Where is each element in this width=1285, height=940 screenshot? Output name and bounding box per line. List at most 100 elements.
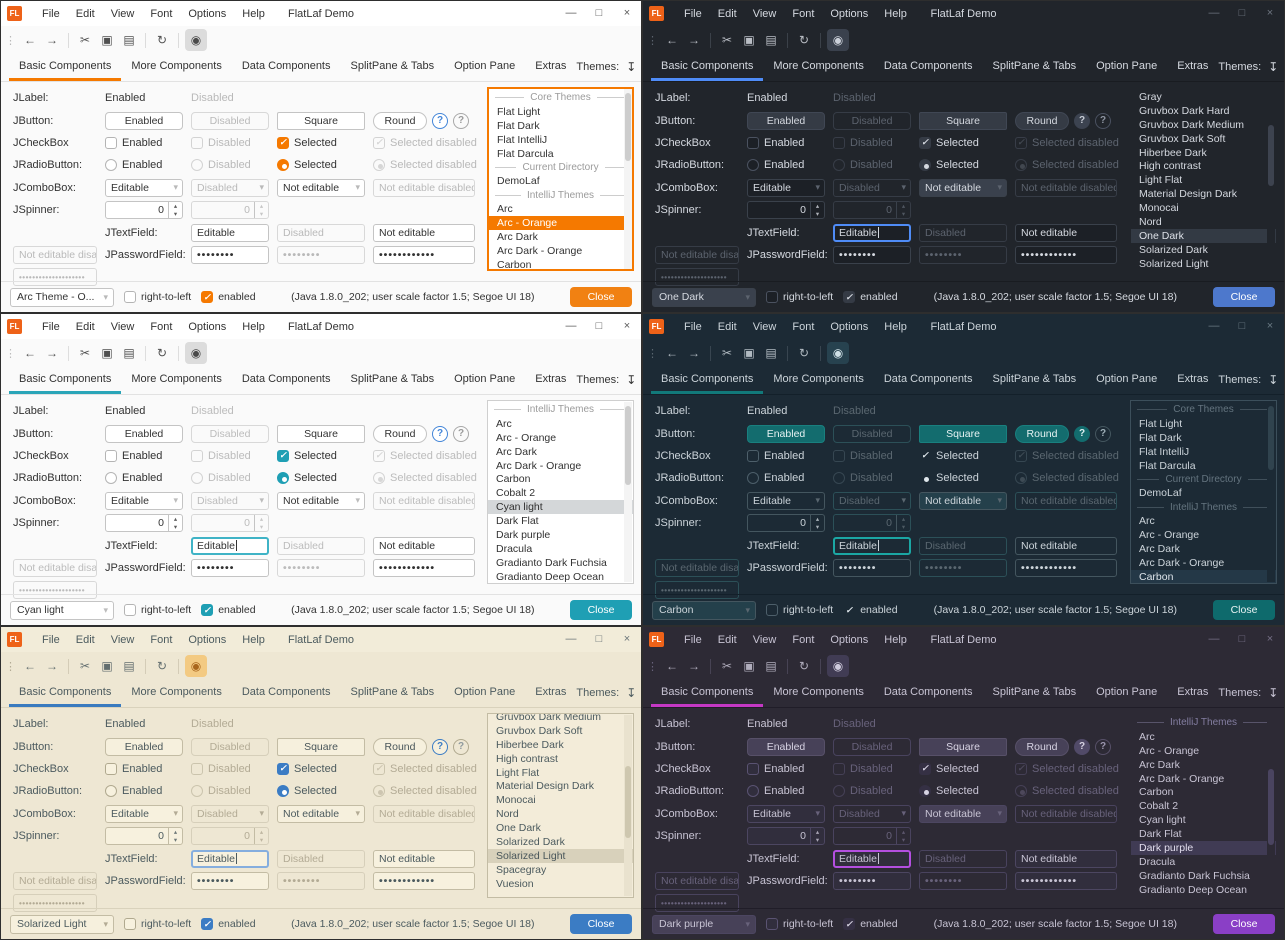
round-button[interactable]: Round [1015, 425, 1069, 443]
theme-combobox[interactable]: Cyan light▾ [10, 601, 114, 620]
menu-item-file[interactable]: File [34, 8, 68, 20]
radio-enabled[interactable]: Enabled [747, 785, 833, 797]
menu-item-view[interactable]: View [745, 321, 785, 333]
theme-list-item[interactable]: Light Flat [488, 766, 633, 780]
checkbox-enabled[interactable]: ✓Enabled [747, 763, 833, 775]
round-button[interactable]: Round [373, 112, 427, 130]
close-button[interactable]: Close [1213, 600, 1275, 620]
forward-icon[interactable]: → [684, 30, 704, 50]
menu-item-view[interactable]: View [745, 8, 785, 20]
theme-list-item[interactable]: Arc [488, 417, 633, 431]
theme-combobox[interactable]: Arc Theme - O...▾ [10, 288, 114, 307]
theme-list-item[interactable]: One Dark [488, 821, 633, 835]
theme-combobox[interactable]: One Dark▾ [652, 288, 756, 307]
maximize-button[interactable]: □ [1228, 627, 1256, 652]
close-button[interactable]: Close [570, 287, 632, 307]
menu-item-file[interactable]: File [676, 8, 710, 20]
right-to-left-checkbox[interactable]: ✓right-to-left [766, 291, 833, 303]
copy-icon[interactable]: ▣ [739, 656, 759, 676]
spinner-down-icon[interactable]: ▾ [169, 523, 182, 531]
back-icon[interactable]: ← [20, 343, 40, 363]
minimize-button[interactable]: — [557, 314, 585, 339]
square-button[interactable]: Square [277, 425, 365, 443]
tab-basic-components[interactable]: Basic Components [651, 368, 763, 394]
radio-selected[interactable]: Selected [277, 785, 373, 797]
paste-icon[interactable]: ▤ [761, 343, 781, 363]
theme-list-item[interactable]: Arc Dark [489, 230, 632, 244]
tab-extras[interactable]: Extras [1167, 55, 1218, 81]
tab-data-components[interactable]: Data Components [874, 368, 983, 394]
close-button[interactable]: Close [570, 600, 632, 620]
spinner-enabled[interactable]: 0▴▾ [105, 201, 183, 219]
help-button[interactable]: ? [432, 426, 448, 442]
theme-list-item[interactable]: Vuesion [488, 877, 633, 891]
passwordfield-editable[interactable]: •••••••• [191, 246, 269, 264]
theme-list-item[interactable]: Gruvbox Dark Medium [488, 713, 633, 724]
theme-list-item[interactable]: Spacegray [488, 863, 633, 877]
textfield-editable[interactable]: Editable [833, 850, 911, 868]
theme-list-item[interactable]: Dracula [488, 542, 633, 556]
square-button[interactable]: Square [919, 738, 1007, 756]
combobox-editable[interactable]: Editable▾ [105, 179, 183, 197]
theme-list-item[interactable]: Cyan light [488, 500, 633, 514]
theme-list-item[interactable]: Arc [1131, 514, 1276, 528]
textfield-editable[interactable]: Editable [191, 850, 269, 868]
passwordfield-not-editable[interactable]: •••••••••••• [1015, 872, 1117, 890]
passwordfield-not-editable[interactable]: •••••••••••• [1015, 246, 1117, 264]
enabled-button[interactable]: Enabled [747, 112, 825, 130]
theme-list-item[interactable]: Carbon [488, 472, 633, 486]
maximize-button[interactable]: □ [585, 1, 613, 26]
toolbar-grip-icon[interactable]: ⋮ [5, 347, 16, 360]
close-window-button[interactable]: × [613, 314, 641, 339]
menu-item-help[interactable]: Help [876, 8, 915, 20]
spinner-arrows[interactable]: ▴▾ [168, 202, 182, 218]
scrollbar-track[interactable] [1267, 89, 1275, 269]
scrollbar-thumb[interactable] [625, 93, 631, 161]
theme-list-item[interactable]: Solarized Light [1131, 257, 1276, 271]
combobox-editable[interactable]: Editable▾ [747, 179, 825, 197]
right-to-left-checkbox[interactable]: ✓right-to-left [766, 918, 833, 930]
theme-list-item[interactable]: Gradianto Dark Fuchsia [1131, 869, 1276, 883]
passwordfield-not-editable[interactable]: •••••••••••• [1015, 559, 1117, 577]
tab-splitpane-tabs[interactable]: SplitPane & Tabs [341, 55, 445, 81]
menu-item-options[interactable]: Options [180, 634, 234, 646]
scrollbar-thumb[interactable] [625, 406, 631, 485]
spinner-down-icon[interactable]: ▾ [169, 210, 182, 218]
menu-item-help[interactable]: Help [876, 634, 915, 646]
menu-item-file[interactable]: File [34, 321, 68, 333]
minimize-button[interactable]: — [1200, 627, 1228, 652]
enabled-checkbox[interactable]: ✓enabled [843, 291, 897, 303]
theme-list-item[interactable]: Solarized Dark [1131, 243, 1276, 257]
tab-data-components[interactable]: Data Components [232, 681, 341, 707]
theme-list-item[interactable]: Solarized Light [488, 849, 633, 863]
copy-icon[interactable]: ▣ [739, 343, 759, 363]
themes-list[interactable]: IntelliJ ThemesArcArc - OrangeArc DarkAr… [487, 400, 634, 584]
enabled-checkbox[interactable]: ✓enabled [843, 604, 897, 616]
scrollbar-thumb[interactable] [1268, 406, 1274, 471]
toolbar-grip-icon[interactable]: ⋮ [647, 34, 658, 47]
eye-toggle-icon[interactable]: ◉ [185, 29, 207, 51]
theme-list-item[interactable]: Carbon [1131, 570, 1276, 584]
combobox-not-editable[interactable]: Not editable▾ [277, 805, 365, 823]
scrollbar-track[interactable] [624, 715, 632, 896]
forward-icon[interactable]: → [684, 656, 704, 676]
eye-toggle-icon[interactable]: ◉ [185, 655, 207, 677]
passwordfield-editable[interactable]: •••••••• [191, 559, 269, 577]
eye-toggle-icon[interactable]: ◉ [827, 655, 849, 677]
checkbox-selected[interactable]: ✓Selected [919, 137, 1015, 149]
maximize-button[interactable]: □ [585, 314, 613, 339]
combobox-not-editable[interactable]: Not editable▾ [277, 179, 365, 197]
menu-item-edit[interactable]: Edit [68, 321, 103, 333]
round-button[interactable]: Round [373, 738, 427, 756]
menu-item-view[interactable]: View [103, 8, 143, 20]
theme-list-item[interactable]: Flat Dark [1131, 431, 1276, 445]
enabled-checkbox[interactable]: ✓enabled [201, 918, 255, 930]
help-button[interactable]: ? [432, 113, 448, 129]
menu-item-view[interactable]: View [103, 634, 143, 646]
tab-more-components[interactable]: More Components [121, 368, 232, 394]
theme-list-item[interactable]: Flat Darcula [1131, 459, 1276, 473]
tab-option-pane[interactable]: Option Pane [1086, 681, 1167, 707]
menu-item-help[interactable]: Help [234, 8, 273, 20]
cut-icon[interactable]: ✂ [75, 656, 95, 676]
combobox-not-editable[interactable]: Not editable▾ [919, 805, 1007, 823]
